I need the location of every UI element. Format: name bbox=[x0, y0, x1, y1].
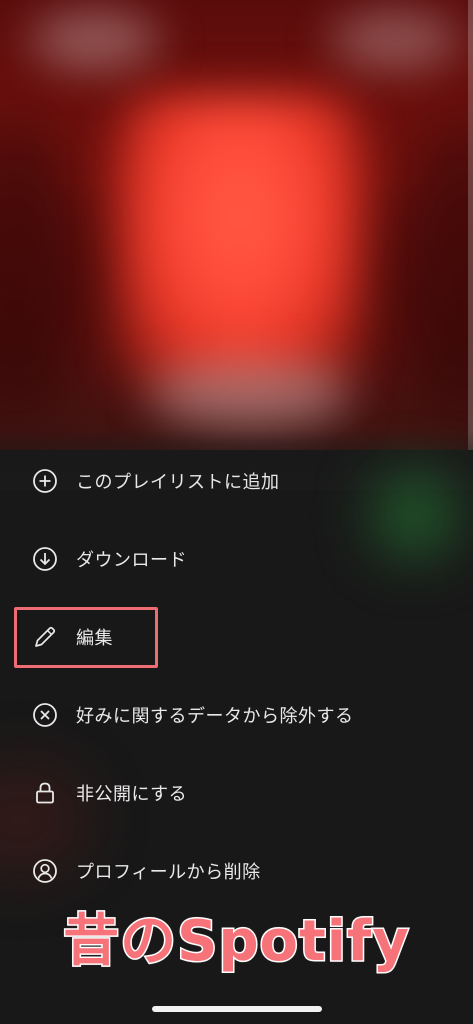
artwork-highlight bbox=[30, 10, 160, 70]
edit-highlight-box bbox=[14, 607, 158, 668]
scroll-edge bbox=[468, 0, 473, 450]
menu-item-label: ダウンロード bbox=[76, 550, 187, 571]
menu-item-remove-from-profile[interactable]: プロフィールから削除 bbox=[0, 841, 473, 901]
artwork-shade bbox=[0, 120, 90, 420]
artwork-highlight bbox=[150, 360, 350, 430]
context-menu-screen: このプレイリストに追加 ダウンロード 編集 好みに関するデータから除外する 非公 bbox=[0, 0, 473, 1024]
home-indicator[interactable] bbox=[152, 1006, 322, 1012]
menu-item-download[interactable]: ダウンロード bbox=[0, 529, 473, 589]
download-circle-icon bbox=[32, 546, 58, 572]
menu-item-label: 非公開にする bbox=[76, 784, 188, 805]
artwork-shade bbox=[390, 120, 473, 420]
exclude-circle-icon bbox=[32, 702, 58, 728]
menu-item-add-to-playlist[interactable]: このプレイリストに追加 bbox=[0, 451, 473, 511]
menu-item-label: 好みに関するデータから除外する bbox=[76, 706, 354, 727]
artwork-highlight bbox=[330, 10, 460, 70]
menu-item-exclude-from-taste[interactable]: 好みに関するデータから除外する bbox=[0, 685, 473, 745]
add-circle-icon bbox=[32, 468, 58, 494]
profile-remove-icon bbox=[32, 858, 58, 884]
blurred-artwork-background bbox=[0, 0, 473, 450]
menu-item-make-private[interactable]: 非公開にする bbox=[0, 763, 473, 823]
lock-icon bbox=[32, 780, 58, 806]
menu-item-label: プロフィールから削除 bbox=[76, 862, 261, 883]
playlist-cover-image bbox=[120, 95, 360, 395]
menu-item-label: このプレイリストに追加 bbox=[76, 472, 280, 493]
caption-overlay: 昔のSpotify bbox=[62, 908, 411, 976]
